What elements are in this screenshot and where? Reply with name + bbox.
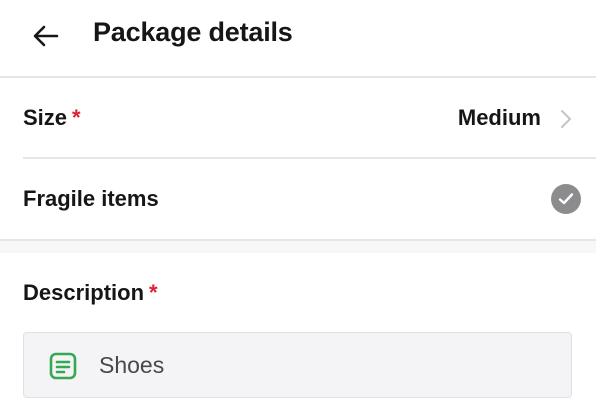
header: Package details [0, 0, 596, 76]
size-label: Size [23, 105, 68, 130]
arrow-left-icon [33, 25, 59, 47]
size-row[interactable]: Size * Medium [0, 78, 596, 157]
fragile-items-label: Fragile items [23, 186, 159, 211]
description-label: Description [23, 280, 145, 305]
check-circle-icon[interactable] [551, 184, 581, 214]
fragile-items-row[interactable]: Fragile items [0, 159, 596, 241]
back-button[interactable] [30, 20, 62, 52]
required-asterisk: * [149, 280, 158, 305]
size-label-wrap: Size * [23, 105, 81, 131]
page-title: Package details [93, 17, 293, 47]
required-asterisk: * [72, 105, 81, 130]
section-gap [0, 241, 596, 253]
chevron-right-icon [561, 110, 571, 128]
note-icon [49, 352, 77, 380]
description-label-wrap: Description * [23, 280, 158, 306]
description-field[interactable]: Shoes [23, 332, 572, 398]
package-details-screen: Package details Size * Medium Fragile ite… [0, 0, 596, 416]
checkmark-icon [558, 193, 574, 205]
size-value: Medium [457, 105, 541, 130]
description-value: Shoes [99, 352, 165, 378]
